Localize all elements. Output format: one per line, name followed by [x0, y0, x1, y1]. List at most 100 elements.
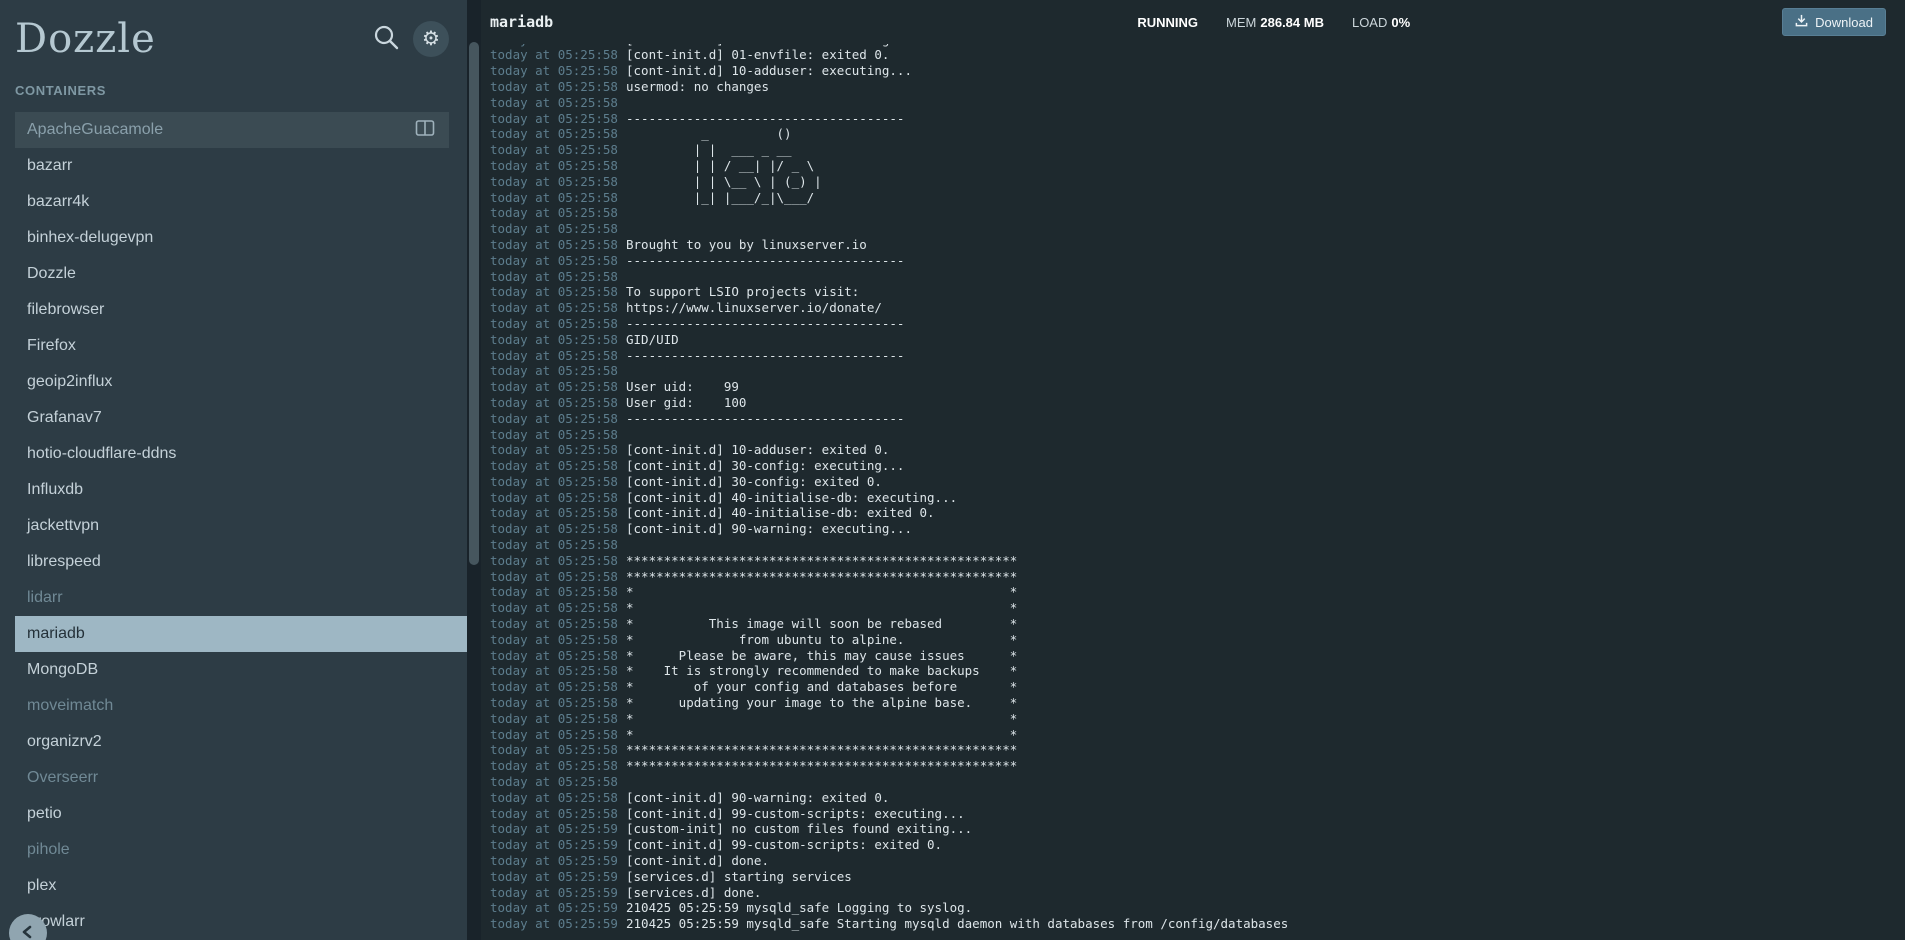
container-item-label: petio — [27, 805, 62, 823]
pin-column-button[interactable] — [415, 119, 435, 142]
log-text: [cont-init.d] 99-custom-scripts: executi… — [626, 806, 965, 822]
log-text: GID/UID — [626, 332, 679, 348]
log-timestamp: today at 05:25:58 — [490, 474, 618, 490]
search-button[interactable] — [372, 23, 400, 54]
log-line: today at 05:25:58 — [490, 269, 1905, 285]
sidebar-container-item[interactable]: Grafanav7 — [15, 400, 467, 436]
sidebar-container-item[interactable]: plex — [15, 868, 467, 904]
log-line: today at 05:25:58 [cont-init.d] 01-envfi… — [490, 47, 1905, 63]
log-timestamp: today at 05:25:58 — [490, 269, 618, 285]
log-text: usermod: no changes — [626, 79, 769, 95]
log-line: today at 05:25:59 210425 05:25:59 mysqld… — [490, 900, 1905, 916]
log-timestamp: today at 05:25:58 — [490, 411, 618, 427]
log-timestamp: today at 05:25:58 — [490, 237, 618, 253]
log-timestamp: today at 05:25:59 — [490, 869, 618, 885]
sidebar-container-item[interactable]: ApacheGuacamole — [15, 112, 449, 148]
log-text: * This image will soon be rebased * — [626, 616, 1017, 632]
sidebar-container-item[interactable]: librespeed — [15, 544, 467, 580]
log-timestamp: today at 05:25:58 — [490, 806, 618, 822]
log-line: today at 05:25:58 [cont-init.d] 30-confi… — [490, 474, 1905, 490]
container-item-label: plex — [27, 877, 56, 895]
log-line: today at 05:25:59 [cont-init.d] 99-custo… — [490, 837, 1905, 853]
log-line: today at 05:25:58 | | / __| |/ _ \ — [490, 158, 1905, 174]
log-line: today at 05:25:58 [cont-init.d] 10-addus… — [490, 442, 1905, 458]
log-timestamp: today at 05:25:58 — [490, 316, 618, 332]
container-item-label: binhex-delugevpn — [27, 229, 153, 247]
log-timestamp: today at 05:25:58 — [490, 395, 618, 411]
log-text: User gid: 100 — [626, 395, 746, 411]
log-line: today at 05:25:59 [services.d] starting … — [490, 869, 1905, 885]
sidebar-container-item[interactable]: petio — [15, 796, 467, 832]
log-text: [cont-init.d] 99-custom-scripts: exited … — [626, 837, 942, 853]
log-text: Brought to you by linuxserver.io — [626, 237, 867, 253]
log-text: [cont-init.d] 30-config: exited 0. — [626, 474, 882, 490]
sidebar-container-item[interactable]: Dozzle — [15, 256, 467, 292]
sidebar-container-item[interactable]: binhex-delugevpn — [15, 220, 467, 256]
log-header: mariadb RUNNING MEM286.84 MB LOAD0% Down… — [481, 0, 1905, 44]
sidebar: Dozzle ⚙ CONTAINERS ApacheGuacamole — [0, 0, 467, 940]
log-timestamp: today at 05:25:59 — [490, 821, 618, 837]
sidebar-container-item[interactable]: pihole — [15, 832, 467, 868]
log-text: |_| |___/_|\___/ — [626, 190, 814, 206]
sidebar-container-item[interactable]: mariadb — [15, 616, 467, 652]
log-timestamp: today at 05:25:58 — [490, 221, 618, 237]
search-icon — [372, 23, 400, 54]
sidebar-container-item[interactable]: moveimatch — [15, 688, 467, 724]
log-text: * of your config and databases before * — [626, 679, 1017, 695]
log-text: [cont-init.d] 10-adduser: exited 0. — [626, 442, 889, 458]
sidebar-container-item[interactable]: bazarr4k — [15, 184, 467, 220]
sidebar-container-item[interactable]: jackettvpn — [15, 508, 467, 544]
log-text: [services.d] done. — [626, 885, 761, 901]
log-line: today at 05:25:58 ----------------------… — [490, 316, 1905, 332]
sidebar-container-item[interactable]: Influxdb — [15, 472, 467, 508]
log-timestamp: today at 05:25:58 — [490, 95, 618, 111]
sidebar-actions: ⚙ — [372, 21, 449, 57]
log-line: today at 05:25:58 |_| |___/_|\___/ — [490, 190, 1905, 206]
scrollbar-track[interactable] — [467, 0, 481, 940]
download-button[interactable]: Download — [1782, 8, 1886, 36]
log-line: today at 05:25:58 User uid: 99 — [490, 379, 1905, 395]
log-line: today at 05:25:58 — [490, 427, 1905, 443]
settings-button[interactable]: ⚙ — [413, 21, 449, 57]
container-item-label: mariadb — [27, 625, 85, 643]
scrollbar-thumb[interactable] — [469, 42, 479, 565]
sidebar-container-item[interactable]: MongoDB — [15, 652, 467, 688]
sidebar-container-item[interactable]: lidarr — [15, 580, 467, 616]
log-line: today at 05:25:58 [cont-init.d] 90-warni… — [490, 790, 1905, 806]
log-timestamp: today at 05:25:58 — [490, 537, 618, 553]
log-line: today at 05:25:58 **********************… — [490, 553, 1905, 569]
log-timestamp: today at 05:25:58 — [490, 348, 618, 364]
log-text: ------------------------------------- — [626, 316, 904, 332]
log-timestamp: today at 05:25:59 — [490, 837, 618, 853]
log-text: 210425 05:25:59 mysqld_safe Starting mys… — [626, 916, 1288, 932]
log-timestamp: today at 05:25:58 — [490, 584, 618, 600]
sidebar-container-item[interactable]: prowlarr — [15, 904, 467, 940]
log-text: * * — [626, 584, 1017, 600]
container-list: ApacheGuacamole bazarr bazarr4k binhex-d… — [0, 112, 467, 940]
log-timestamp: today at 05:25:59 — [490, 885, 618, 901]
container-item-label: MongoDB — [27, 661, 98, 679]
log-text: ------------------------------------- — [626, 348, 904, 364]
log-line: today at 05:25:58 * of your config and d… — [490, 679, 1905, 695]
log-view[interactable]: today at 05:25:58 [cont-init.d] 01-envfi… — [481, 44, 1905, 940]
log-line: today at 05:25:58 — [490, 95, 1905, 111]
log-text: To support LSIO projects visit: — [626, 284, 859, 300]
log-text: * from ubuntu to alpine. * — [626, 632, 1017, 648]
log-line: today at 05:25:58 ----------------------… — [490, 253, 1905, 269]
sidebar-container-item[interactable]: organizrv2 — [15, 724, 467, 760]
sidebar-container-item[interactable]: bazarr — [15, 148, 467, 184]
log-timestamp: today at 05:25:58 — [490, 379, 618, 395]
log-text: ------------------------------------- — [626, 253, 904, 269]
log-line: today at 05:25:59 [services.d] done. — [490, 885, 1905, 901]
log-text: | | \__ \ | (_) | — [626, 174, 822, 190]
log-line: today at 05:25:58 — [490, 205, 1905, 221]
sidebar-container-item[interactable]: Overseerr — [15, 760, 467, 796]
sidebar-container-item[interactable]: Firefox — [15, 328, 467, 364]
status-badge: RUNNING — [1137, 15, 1198, 30]
log-text: [cont-init.d] 40-initialise-db: executin… — [626, 490, 957, 506]
log-line: today at 05:25:58 — [490, 221, 1905, 237]
log-timestamp: today at 05:25:58 — [490, 632, 618, 648]
sidebar-container-item[interactable]: filebrowser — [15, 292, 467, 328]
sidebar-container-item[interactable]: hotio-cloudflare-ddns — [15, 436, 467, 472]
sidebar-container-item[interactable]: geoip2influx — [15, 364, 467, 400]
